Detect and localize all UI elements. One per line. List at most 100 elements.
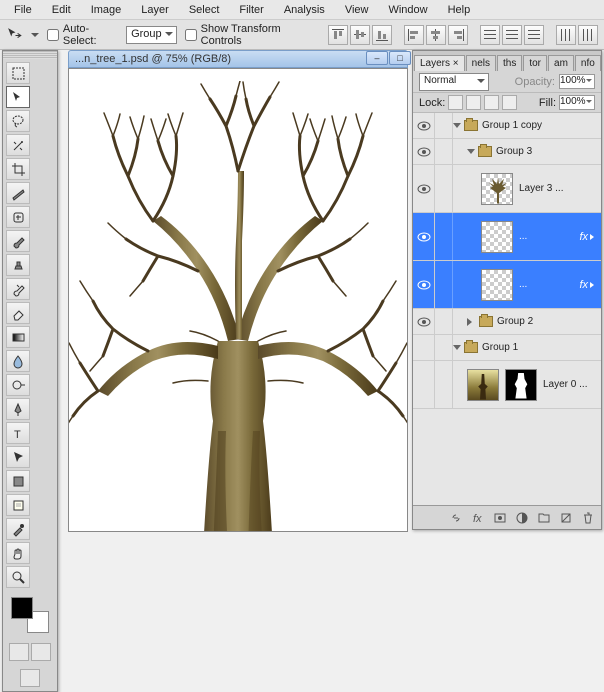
dodge-tool[interactable] — [6, 374, 30, 396]
blend-mode-dropdown[interactable]: Normal — [419, 73, 489, 91]
opacity-field[interactable]: 100% — [559, 74, 595, 89]
menu-image[interactable]: Image — [81, 2, 132, 18]
distribute-top-button[interactable] — [480, 25, 500, 45]
history-brush-tool[interactable] — [6, 278, 30, 300]
menu-layer[interactable]: Layer — [131, 2, 179, 18]
magic-wand-tool[interactable] — [6, 134, 30, 156]
tab-info[interactable]: nfo — [575, 55, 601, 71]
disclosure-triangle-icon[interactable] — [453, 123, 461, 132]
visibility-toggle[interactable] — [413, 213, 435, 260]
brush-tool[interactable] — [6, 230, 30, 252]
menu-edit[interactable]: Edit — [42, 2, 81, 18]
delete-layer-button[interactable] — [579, 509, 597, 527]
eyedropper-tool[interactable] — [6, 518, 30, 540]
lock-position-button[interactable] — [484, 95, 499, 110]
hand-tool[interactable] — [6, 542, 30, 564]
menu-file[interactable]: File — [4, 2, 42, 18]
new-group-button[interactable] — [535, 509, 553, 527]
menu-select[interactable]: Select — [179, 2, 230, 18]
align-right-button[interactable] — [448, 25, 468, 45]
zoom-tool[interactable] — [6, 566, 30, 588]
clone-stamp-tool[interactable] — [6, 254, 30, 276]
healing-brush-tool[interactable] — [6, 206, 30, 228]
move-tool[interactable] — [6, 86, 30, 108]
layer-style-button[interactable]: fx — [469, 509, 487, 527]
menu-window[interactable]: Window — [378, 2, 437, 18]
crop-tool[interactable] — [6, 158, 30, 180]
marquee-tool[interactable] — [6, 62, 30, 84]
eraser-tool[interactable] — [6, 302, 30, 324]
distribute-vcenter-button[interactable] — [502, 25, 522, 45]
layer-thumbnail[interactable] — [481, 269, 513, 301]
visibility-toggle[interactable] — [413, 113, 435, 138]
foreground-color[interactable] — [11, 597, 33, 619]
layer-group-1-copy[interactable]: Group 1 copy — [413, 113, 601, 139]
layer-thumbnail[interactable] — [467, 369, 499, 401]
menu-analysis[interactable]: Analysis — [274, 2, 335, 18]
fill-field[interactable]: 100% — [559, 95, 595, 110]
distribute-left-button[interactable] — [556, 25, 576, 45]
align-vcenter-button[interactable] — [350, 25, 370, 45]
visibility-toggle[interactable] — [413, 165, 435, 212]
lock-transparent-button[interactable] — [448, 95, 463, 110]
layer-group-2[interactable]: Group 2 — [413, 309, 601, 335]
auto-select-dropdown[interactable]: Group — [126, 26, 177, 44]
canvas[interactable] — [68, 68, 408, 532]
maximize-button[interactable]: □ — [389, 51, 411, 65]
shape-tool[interactable] — [6, 470, 30, 492]
align-bottom-button[interactable] — [372, 25, 392, 45]
disclosure-triangle-icon[interactable] — [467, 149, 475, 158]
layer-group-3[interactable]: Group 3 — [413, 139, 601, 165]
adjustment-layer-button[interactable] — [513, 509, 531, 527]
visibility-toggle[interactable] — [413, 361, 435, 408]
notes-tool[interactable] — [6, 494, 30, 516]
path-selection-tool[interactable] — [6, 446, 30, 468]
link-layers-button[interactable] — [447, 509, 465, 527]
layer-group-1[interactable]: Group 1 — [413, 335, 601, 361]
layer-thumbnail[interactable] — [481, 173, 513, 205]
layer-mask-thumbnail[interactable] — [505, 369, 537, 401]
type-tool[interactable]: T — [6, 422, 30, 444]
visibility-toggle[interactable] — [413, 139, 435, 164]
document-title-bar[interactable]: ...n_tree_1.psd @ 75% (RGB/8) — [68, 50, 408, 68]
menu-filter[interactable]: Filter — [229, 2, 273, 18]
blur-tool[interactable] — [6, 350, 30, 372]
tab-histogram[interactable]: am — [548, 55, 574, 71]
disclosure-triangle-icon[interactable] — [453, 345, 461, 354]
align-top-button[interactable] — [328, 25, 348, 45]
gradient-tool[interactable] — [6, 326, 30, 348]
quick-mask-button[interactable] — [31, 643, 51, 661]
panel-grip[interactable] — [3, 51, 57, 59]
lasso-tool[interactable] — [6, 110, 30, 132]
lock-pixels-button[interactable] — [466, 95, 481, 110]
layer-thumbnail[interactable] — [481, 221, 513, 253]
layer-layer-3[interactable]: Layer 3 ... — [413, 165, 601, 213]
align-left-button[interactable] — [404, 25, 424, 45]
layer-selected-2[interactable]: ... fx — [413, 261, 601, 309]
disclosure-triangle-icon[interactable] — [467, 318, 476, 326]
align-hcenter-button[interactable] — [426, 25, 446, 45]
menu-view[interactable]: View — [335, 2, 379, 18]
menu-help[interactable]: Help — [438, 2, 481, 18]
tab-history[interactable]: tor — [523, 55, 547, 71]
pen-tool[interactable] — [6, 398, 30, 420]
visibility-toggle[interactable] — [413, 309, 435, 334]
fx-badge[interactable]: fx — [579, 279, 597, 291]
chevron-down-icon[interactable] — [31, 33, 39, 37]
lock-all-button[interactable] — [502, 95, 517, 110]
tab-paths[interactable]: ths — [497, 55, 522, 71]
visibility-toggle[interactable] — [413, 261, 435, 308]
layer-mask-button[interactable] — [491, 509, 509, 527]
layer-layer-0[interactable]: Layer 0 ... — [413, 361, 601, 409]
layer-selected-1[interactable]: ... fx — [413, 213, 601, 261]
visibility-toggle[interactable] — [413, 335, 435, 360]
minimize-button[interactable]: – — [366, 51, 388, 65]
new-layer-button[interactable] — [557, 509, 575, 527]
fx-badge[interactable]: fx — [579, 231, 597, 243]
slice-tool[interactable] — [6, 182, 30, 204]
show-transform-checkbox[interactable]: Show Transform Controls — [185, 23, 316, 47]
color-swatch[interactable] — [11, 597, 49, 633]
screen-mode-button[interactable] — [20, 669, 40, 687]
auto-select-checkbox[interactable]: Auto-Select: — [47, 23, 118, 47]
standard-mode-button[interactable] — [9, 643, 29, 661]
